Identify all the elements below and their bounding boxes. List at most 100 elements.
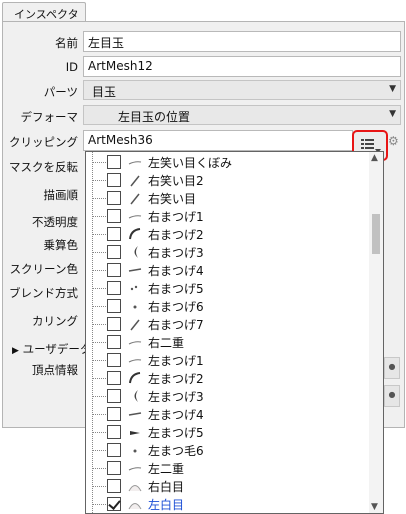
artmesh-thumbnail-icon xyxy=(128,412,142,416)
clipping-dropdown-list[interactable]: 左笑い目くぼみ 右笑い目2 右笑い目 右まつげ1 右まつげ2 右まつげ3 右まつげ4 右まつげ… xyxy=(85,151,384,514)
item-label: 右まつげ4 xyxy=(148,264,204,278)
item-checkbox[interactable] xyxy=(107,227,121,241)
artmesh-thumbnail-icon xyxy=(128,161,142,165)
item-label: 左まつげ4 xyxy=(148,408,204,422)
scrollbar[interactable]: ▲ ▼ xyxy=(369,152,383,513)
item-checkbox[interactable] xyxy=(107,173,121,187)
tree-connector xyxy=(92,486,106,487)
artmesh-thumbnail-icon xyxy=(133,305,137,309)
item-label: 左まつげ5 xyxy=(148,426,204,440)
tab-inspector[interactable]: インスペクタ xyxy=(2,2,86,22)
artmesh-thumbnail-icon xyxy=(134,390,138,402)
userdata-toggle[interactable]: ▶ ユーザデータ xyxy=(12,341,91,357)
artmesh-thumbnail-icon xyxy=(128,503,142,510)
dropdown-item[interactable]: 左まつげ3 xyxy=(86,387,370,405)
artmesh-thumbnail-icon xyxy=(130,431,140,435)
dropdown-item[interactable]: 右二重 xyxy=(86,333,370,351)
tree-connector xyxy=(92,414,106,415)
item-label: 右まつげ6 xyxy=(148,300,204,314)
tree-connector xyxy=(92,198,106,199)
item-label: 右まつげ3 xyxy=(148,246,204,260)
dropdown-item[interactable]: 右まつげ7 xyxy=(86,315,370,333)
dropdown-item[interactable]: 右まつげ4 xyxy=(86,261,370,279)
artmesh-thumbnail-icon xyxy=(128,467,142,471)
clipping-label: クリッピング xyxy=(9,135,78,149)
item-label: 右まつげ5 xyxy=(148,282,204,296)
dropdown-item[interactable]: 左まつげ1 xyxy=(86,351,370,369)
item-checkbox[interactable] xyxy=(107,317,121,331)
item-label: 右まつげ7 xyxy=(148,318,204,332)
tree-connector xyxy=(92,252,106,253)
dropdown-item[interactable]: 右笑い目 xyxy=(86,189,370,207)
item-label: 右笑い目2 xyxy=(148,174,204,188)
item-checkbox[interactable] xyxy=(107,425,121,439)
artmesh-thumbnail-icon xyxy=(128,485,142,492)
dropdown-item[interactable]: 右白目 xyxy=(86,477,370,495)
dropdown-item[interactable]: 左笑い目くぼみ xyxy=(86,153,370,171)
dropdown-item[interactable]: 左まつ毛6 xyxy=(86,441,370,459)
parts-value: 目玉 xyxy=(92,85,117,99)
clipping-field[interactable]: ArtMesh36 xyxy=(83,130,353,151)
item-checkbox[interactable] xyxy=(107,353,121,367)
dropdown-item[interactable]: 右まつげ2 xyxy=(86,225,370,243)
dropdown-item[interactable]: 右まつげ6 xyxy=(86,297,370,315)
settings-icon[interactable]: ⚙ xyxy=(388,134,399,148)
parts-select[interactable]: 目玉 ▼ xyxy=(83,80,401,100)
scroll-thumb[interactable] xyxy=(372,214,380,254)
dropdown-item[interactable]: 左まつげ5 xyxy=(86,423,370,441)
item-checkbox[interactable] xyxy=(107,263,121,277)
name-label: 名前 xyxy=(55,36,78,50)
item-checkbox[interactable] xyxy=(107,443,121,457)
item-checkbox[interactable] xyxy=(107,389,121,403)
item-checkbox[interactable] xyxy=(107,245,121,259)
artmesh-thumbnail-icon xyxy=(130,193,140,205)
artmesh-thumbnail-icon xyxy=(130,175,140,187)
artmesh-thumbnail-icon xyxy=(134,246,138,258)
id-field[interactable]: ArtMesh12 xyxy=(83,56,401,77)
multiply-color-label: 乗算色 xyxy=(43,238,79,252)
dropdown-item[interactable]: 右笑い目2 xyxy=(86,171,370,189)
item-checkbox[interactable] xyxy=(107,281,121,295)
artmesh-thumbnail-icon xyxy=(128,268,142,272)
item-checkbox[interactable] xyxy=(107,407,121,421)
name-field[interactable]: 左目玉 xyxy=(83,31,401,52)
more-button[interactable]: ● xyxy=(384,357,400,379)
item-checkbox[interactable] xyxy=(107,335,121,349)
item-checkbox[interactable] xyxy=(107,155,121,169)
item-checkbox[interactable] xyxy=(107,299,121,313)
dropdown-item[interactable]: 右まつげ5 xyxy=(86,279,370,297)
artmesh-thumbnail-icon xyxy=(128,341,142,345)
item-checkbox[interactable] xyxy=(107,209,121,223)
tree-connector xyxy=(92,324,106,325)
dropdown-item[interactable]: 左二重 xyxy=(86,459,370,477)
dropdown-item[interactable]: 右まつげ3 xyxy=(86,243,370,261)
dropdown-item[interactable]: 左まつげ4 xyxy=(86,405,370,423)
item-label: 左二重 xyxy=(148,462,185,476)
item-checkbox[interactable] xyxy=(107,191,121,205)
mask-invert-label: マスクを反転 xyxy=(9,160,78,174)
item-label: 左笑い目くぼみ xyxy=(148,156,233,170)
scroll-down-icon[interactable]: ▼ xyxy=(371,502,378,512)
blend-mode-label: ブレンド方式 xyxy=(9,286,78,300)
item-checkbox[interactable] xyxy=(107,371,121,385)
artmesh-thumbnail-icon xyxy=(128,215,142,219)
item-checkbox[interactable] xyxy=(107,497,121,511)
artmesh-thumbnail-icon xyxy=(133,449,137,453)
dropdown-item[interactable]: 左まつげ2 xyxy=(86,369,370,387)
tree-connector xyxy=(92,450,106,451)
item-checkbox[interactable] xyxy=(107,479,121,493)
dropdown-item[interactable]: 左白目 xyxy=(86,495,370,513)
culling-label: カリング xyxy=(32,314,78,328)
tree-connector xyxy=(92,396,106,397)
more-button[interactable]: ● xyxy=(384,385,400,407)
scroll-up-icon[interactable]: ▲ xyxy=(371,153,378,163)
item-label: 右白目 xyxy=(148,480,185,494)
tree-connector xyxy=(92,504,106,505)
item-checkbox[interactable] xyxy=(107,461,121,475)
deformer-value: 左目玉の位置 xyxy=(118,110,191,124)
artmesh-thumbnail-icon xyxy=(130,285,138,291)
deformer-select[interactable]: 左目玉の位置 ▼ xyxy=(83,105,401,125)
tree-connector xyxy=(92,270,106,271)
deformer-label: デフォーマ xyxy=(20,110,79,124)
dropdown-item[interactable]: 右まつげ1 xyxy=(86,207,370,225)
